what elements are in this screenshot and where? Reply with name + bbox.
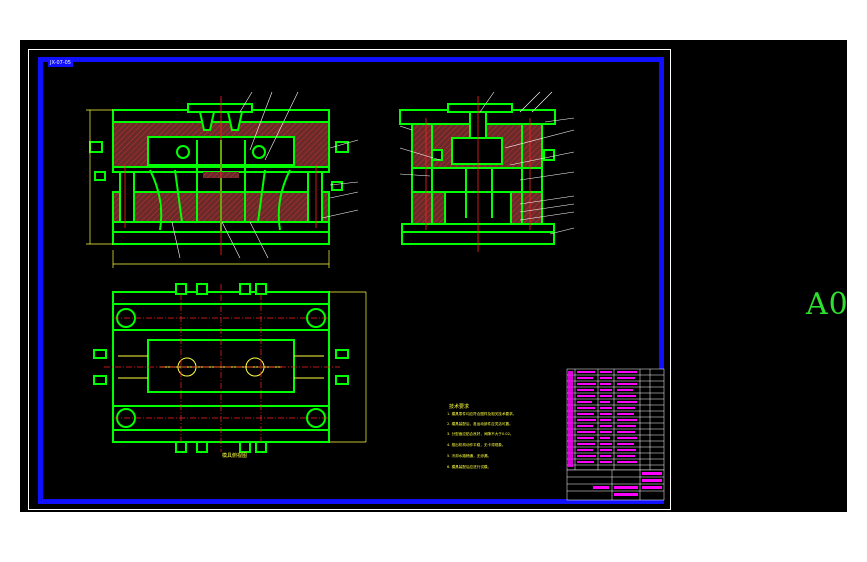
note-item: 2. 模具装配后，各运动部件应灵活可靠。 <box>447 422 513 426</box>
note-item: 4. 推出机构动作平稳，无卡滞现象。 <box>447 443 506 447</box>
note-item: 6. 模具装配后应进行试模。 <box>447 465 492 469</box>
note-item: 1. 模具零件均应符合图样及相关技术要求。 <box>447 412 517 416</box>
plan-view-label: 模具俯视图 <box>222 453 248 459</box>
notes-title: 技术要求 <box>449 404 470 410</box>
note-item: 3. 分型面应贴合良好，间隙不大于0.02。 <box>447 432 514 436</box>
plan-view-dimensions <box>329 291 367 443</box>
mold-assembly-drawing <box>86 91 665 501</box>
side-section-view <box>399 103 556 245</box>
note-item: 5. 冷却水路畅通，无渗漏。 <box>447 454 492 458</box>
